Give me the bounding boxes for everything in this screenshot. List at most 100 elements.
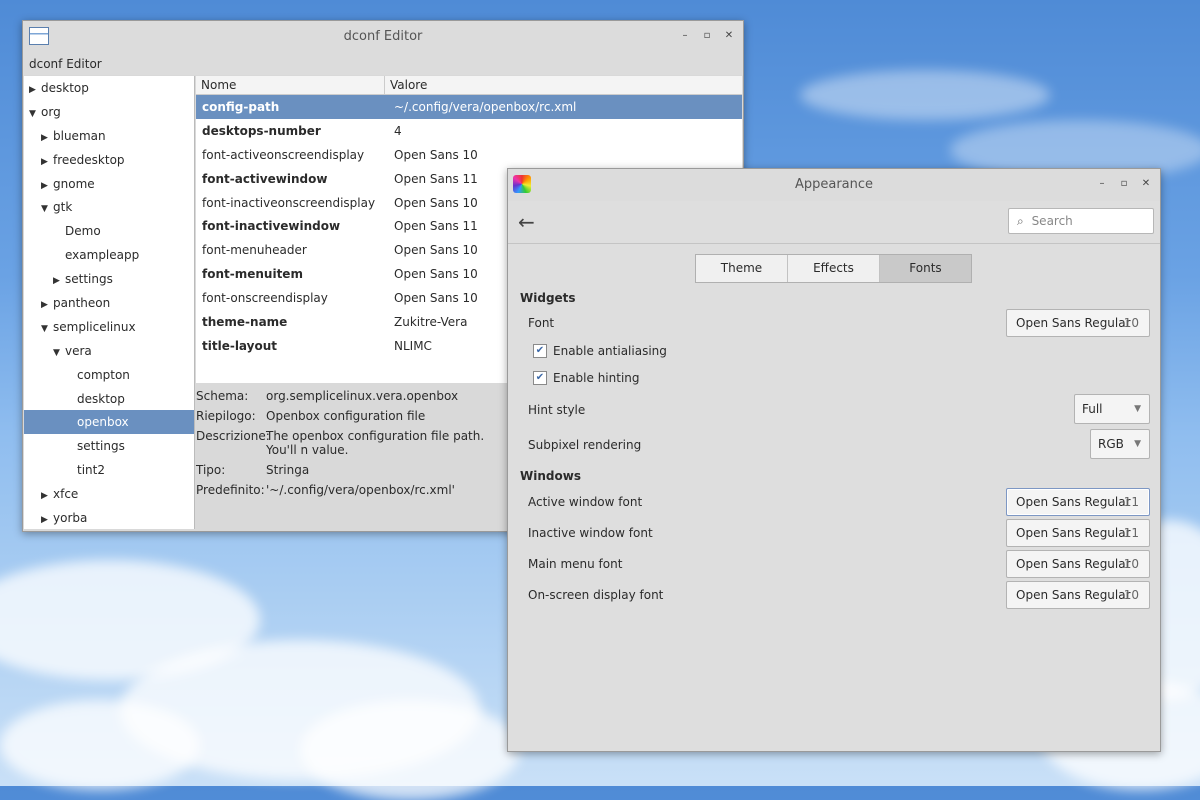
- tree-item-settings[interactable]: settings: [24, 434, 194, 458]
- key-value: Open Sans 10: [394, 147, 478, 162]
- osd-font-button[interactable]: Open Sans Regular 10: [1006, 581, 1150, 609]
- search-input[interactable]: ⌕ Search: [1008, 208, 1154, 234]
- hinting-checkbox[interactable]: ✔ Enable hinting: [533, 370, 640, 386]
- key-name: font-inactiveonscreendisplay: [202, 195, 376, 210]
- tree-item-label: yorba: [53, 511, 88, 526]
- tree-item-label: gnome: [53, 176, 95, 191]
- maximize-button[interactable]: ▫: [701, 30, 713, 41]
- subpixel-label: Subpixel rendering: [528, 438, 642, 452]
- close-button[interactable]: ✕: [723, 30, 735, 41]
- expander-closed-icon[interactable]: ▶: [41, 174, 53, 198]
- tree-item-pantheon[interactable]: ▶ pantheon: [24, 291, 194, 315]
- column-header-value[interactable]: Valore: [385, 76, 742, 94]
- expander-closed-icon[interactable]: ▶: [41, 150, 53, 174]
- main-menu-font-button[interactable]: Open Sans Regular 10: [1006, 550, 1150, 578]
- hint-style-value: Full: [1082, 402, 1103, 416]
- key-value: Open Sans 10: [394, 243, 478, 258]
- key-value: Open Sans 10: [394, 195, 478, 210]
- tree-item-label: compton: [77, 367, 130, 382]
- tab-fonts[interactable]: Fonts: [880, 255, 971, 282]
- app-menu[interactable]: dconf Editor: [23, 53, 743, 75]
- tab-theme[interactable]: Theme: [696, 255, 788, 282]
- checkbox-checked-icon: ✔: [533, 370, 547, 385]
- active-window-font-label: Active window font: [528, 495, 643, 509]
- titlebar: Appearance – ▫ ✕: [508, 169, 1160, 201]
- tree-item-compton[interactable]: compton: [24, 363, 194, 387]
- table-row[interactable]: font-activeonscreendisplay Open Sans 10: [196, 143, 742, 167]
- close-button[interactable]: ✕: [1140, 178, 1152, 189]
- maximize-button[interactable]: ▫: [1118, 178, 1130, 189]
- key-name: desktops-number: [202, 123, 321, 138]
- description-value: The openbox configuration file path. You…: [266, 429, 485, 457]
- default-label: Predefinito:: [196, 483, 265, 497]
- key-name: font-activeonscreendisplay: [202, 147, 365, 162]
- checkbox-checked-icon: ✔: [533, 343, 547, 358]
- tree-item-org[interactable]: ▼ org: [24, 100, 194, 124]
- inactive-window-font-button[interactable]: Open Sans Regular 11: [1006, 519, 1150, 547]
- active-window-font-button[interactable]: Open Sans Regular 11: [1006, 488, 1150, 516]
- expander-closed-icon[interactable]: ▶: [41, 293, 53, 317]
- tree-item-vera[interactable]: ▼ vera: [24, 339, 194, 363]
- cloud: [800, 70, 1050, 120]
- column-header-name[interactable]: Nome: [196, 76, 385, 94]
- appearance-window: Appearance – ▫ ✕ ← ⌕ Search Theme Effect…: [507, 168, 1161, 752]
- tree-item-label: Demo: [65, 224, 101, 239]
- expander-open-icon[interactable]: ▼: [53, 341, 65, 365]
- minimize-button[interactable]: –: [679, 30, 691, 41]
- minimize-button[interactable]: –: [1096, 178, 1108, 189]
- window-title: Appearance: [794, 177, 874, 192]
- hint-style-label: Hint style: [528, 403, 586, 417]
- back-arrow-icon[interactable]: ←: [518, 210, 535, 234]
- key-name: theme-name: [202, 315, 288, 330]
- expander-closed-icon[interactable]: ▶: [41, 484, 53, 508]
- expander-closed-icon[interactable]: ▶: [41, 126, 53, 150]
- expander-open-icon[interactable]: ▼: [41, 317, 53, 341]
- dropdown-arrow-icon: ▼: [1134, 404, 1141, 414]
- tree-item-label: xfce: [53, 487, 79, 502]
- table-row[interactable]: desktops-number 4: [196, 119, 742, 143]
- font-picker-button[interactable]: Open Sans Regular 10: [1006, 309, 1150, 337]
- antialiasing-label: Enable antialiasing: [553, 344, 667, 358]
- tree-item-exampleapp[interactable]: exampleapp: [24, 243, 194, 267]
- type-label: Tipo:: [196, 463, 226, 477]
- antialiasing-checkbox[interactable]: ✔ Enable antialiasing: [533, 343, 667, 359]
- font-size: 11: [1123, 495, 1139, 509]
- key-name: config-path: [202, 100, 280, 114]
- tree-item-xfce[interactable]: ▶ xfce: [24, 482, 194, 506]
- expander-open-icon[interactable]: ▼: [41, 197, 53, 221]
- windows-heading: Windows: [520, 469, 581, 483]
- tree-item-settings[interactable]: ▶ settings: [24, 267, 194, 291]
- tree-item-label: desktop: [77, 391, 125, 406]
- tree-item-freedesktop[interactable]: ▶ freedesktop: [24, 148, 194, 172]
- tree-item-yorba[interactable]: ▶ yorba: [24, 506, 194, 529]
- expander-open-icon[interactable]: ▼: [29, 102, 41, 126]
- key-name: font-inactivewindow: [202, 219, 341, 234]
- subpixel-select[interactable]: RGB ▼: [1090, 429, 1150, 459]
- table-row[interactable]: config-path ~/.config/vera/openbox/rc.xml: [196, 95, 742, 119]
- summary-label: Riepilogo:: [196, 409, 256, 423]
- tree-item-demo[interactable]: Demo: [24, 219, 194, 243]
- tree-item-desktop[interactable]: desktop: [24, 387, 194, 411]
- expander-closed-icon[interactable]: ▶: [53, 269, 65, 293]
- key-value: Open Sans 11: [394, 219, 478, 234]
- tree-item-tint2[interactable]: tint2: [24, 458, 194, 482]
- description-label: Descrizione:: [196, 429, 270, 443]
- tree-item-openbox[interactable]: openbox: [24, 410, 194, 435]
- tree-item-gtk[interactable]: ▼ gtk: [24, 195, 194, 219]
- tree-item-label: settings: [77, 439, 125, 454]
- tree-item-label: openbox: [77, 415, 129, 430]
- font-name: Open Sans Regular: [1016, 316, 1131, 330]
- expander-closed-icon[interactable]: ▶: [29, 78, 41, 102]
- tree-item-blueman[interactable]: ▶ blueman: [24, 124, 194, 148]
- tree-item-gnome[interactable]: ▶ gnome: [24, 172, 194, 196]
- key-value: Open Sans 10: [394, 291, 478, 306]
- tree-item-label: blueman: [53, 128, 106, 143]
- tree-item-semplicelinux[interactable]: ▼ semplicelinux: [24, 315, 194, 339]
- tree-item-label: tint2: [77, 463, 105, 478]
- hint-style-select[interactable]: Full ▼: [1074, 394, 1150, 424]
- tree-item-label: semplicelinux: [53, 319, 136, 334]
- tab-effects[interactable]: Effects: [788, 255, 880, 282]
- tree-item-desktop[interactable]: ▶ desktop: [24, 76, 194, 100]
- expander-closed-icon[interactable]: ▶: [41, 508, 53, 529]
- hinting-label: Enable hinting: [553, 371, 640, 385]
